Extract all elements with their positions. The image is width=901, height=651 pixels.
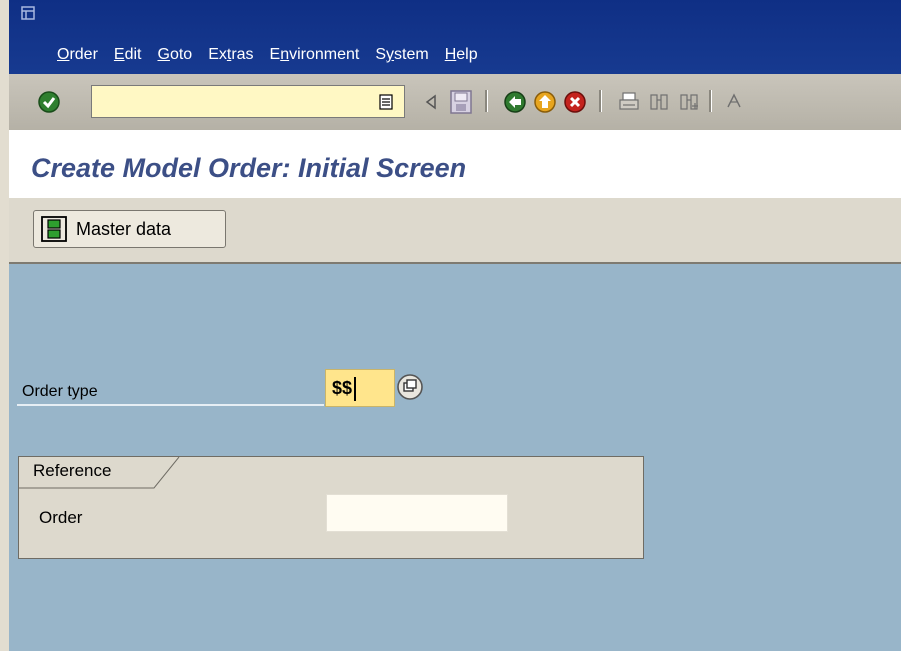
menu: Order Edit Goto Extras Environment Syste… xyxy=(9,46,486,68)
print-button[interactable] xyxy=(615,88,643,116)
find-next-button[interactable] xyxy=(675,88,703,116)
master-data-icon xyxy=(41,216,67,242)
menu-environment[interactable]: Environment xyxy=(262,46,368,68)
command-field[interactable] xyxy=(91,85,405,118)
first-page-icon xyxy=(727,93,741,108)
cancel-button[interactable] xyxy=(561,88,589,116)
command-history-icon xyxy=(379,94,393,110)
triangle-left-icon xyxy=(425,94,436,110)
master-data-label: Master data xyxy=(76,218,172,239)
collapse-button[interactable] xyxy=(417,88,445,116)
page-title: Create Model Order: Initial Screen xyxy=(31,153,467,183)
toolbar-separator xyxy=(485,90,488,112)
back-icon xyxy=(504,91,526,113)
enter-icon xyxy=(38,91,60,113)
save-icon xyxy=(450,90,472,114)
system-menu-icon[interactable] xyxy=(21,6,35,20)
master-data-button[interactable]: Master data xyxy=(33,210,226,248)
cancel-icon xyxy=(564,91,586,113)
menu-system[interactable]: System xyxy=(367,46,436,68)
exit-button[interactable] xyxy=(531,88,559,116)
screen-title-bar: Create Model Order: Initial Screen xyxy=(9,130,901,199)
search-help-icon xyxy=(397,374,423,400)
command-history-button[interactable] xyxy=(373,88,399,116)
find-icon xyxy=(650,94,668,110)
order-type-input[interactable]: $$ xyxy=(325,369,395,407)
find-next-icon xyxy=(680,94,698,110)
save-button[interactable] xyxy=(447,88,475,116)
toolbar-separator xyxy=(599,90,602,112)
menu-extras[interactable]: Extras xyxy=(200,46,261,68)
toolbar-separator xyxy=(709,90,712,112)
order-type-label: Order type xyxy=(22,383,98,400)
find-button[interactable] xyxy=(645,88,673,116)
print-icon xyxy=(619,92,639,110)
reference-order-label: Order xyxy=(39,508,83,527)
menu-goto[interactable]: Goto xyxy=(149,46,200,68)
menu-order[interactable]: Order xyxy=(49,46,106,68)
reference-order-input[interactable] xyxy=(326,494,508,532)
possible-entries-button[interactable] xyxy=(396,373,424,401)
first-page-button[interactable] xyxy=(721,88,749,116)
back-button[interactable] xyxy=(501,88,529,116)
enter-button[interactable] xyxy=(35,88,63,116)
menu-bar: Order Edit Goto Extras Environment Syste… xyxy=(9,0,901,74)
order-type-underline xyxy=(17,404,324,406)
exit-icon xyxy=(534,91,556,113)
reference-group-box: Reference Order xyxy=(18,456,644,559)
reference-group-title: Reference xyxy=(33,461,112,480)
standard-toolbar xyxy=(9,74,901,131)
menu-help[interactable]: Help xyxy=(437,46,486,68)
menu-edit[interactable]: Edit xyxy=(106,46,150,68)
order-type-value: $$ xyxy=(332,378,353,398)
application-toolbar: Master data xyxy=(9,198,901,264)
text-cursor xyxy=(354,377,357,402)
left-frame-border xyxy=(0,0,9,651)
